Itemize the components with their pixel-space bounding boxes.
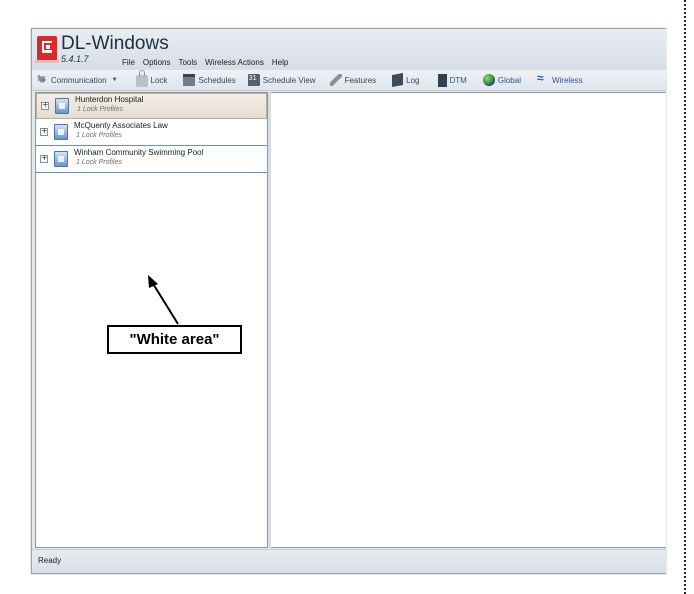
facility-icon (55, 98, 69, 114)
facility-icon (54, 124, 68, 140)
menu-options[interactable]: Options (139, 57, 175, 69)
schedule-view-label: Schedule View (262, 75, 316, 85)
log-book-icon (392, 73, 404, 87)
menu-bar: File Options Tools Wireless Actions Help (118, 57, 292, 69)
app-logo-icon (37, 36, 57, 61)
facility-icon (54, 151, 68, 167)
tree-item-subtitle: 1 Lock Profiles (76, 132, 122, 139)
communication-label: Communication (51, 75, 107, 85)
lock-label: Lock (150, 75, 168, 85)
logo-accent (35, 60, 59, 63)
menu-help[interactable]: Help (268, 57, 292, 69)
menu-wireless-actions[interactable]: Wireless Actions (201, 57, 268, 69)
toolbar: Communication ▼ Lock Schedules Schedule … (32, 70, 666, 91)
wireless-button[interactable]: Wireless (533, 71, 587, 89)
lock-button[interactable]: Lock (132, 70, 172, 89)
annotation-callout: "White area" (107, 325, 242, 354)
tree-item-mcquenty-associates-law[interactable]: McQuenty Associates Law 1 Lock Profiles (36, 120, 267, 146)
lock-icon (135, 70, 148, 87)
calendar-icon (247, 74, 260, 86)
globe-icon (482, 74, 495, 86)
expand-icon[interactable] (41, 100, 49, 110)
menu-tools[interactable]: Tools (174, 57, 201, 69)
tree-item-hunterdon-hospital[interactable]: Hunterdon Hospital 1 Lock Profiles (36, 93, 267, 119)
status-bar: Ready (32, 549, 666, 573)
tree-item-winham-community-swimming-pool[interactable]: Winham Community Swimming Pool 1 Lock Pr… (36, 147, 267, 173)
detail-panel (271, 92, 666, 548)
features-icon (329, 74, 342, 86)
app-title: DL-Windows (61, 33, 169, 54)
tree-item-name: Winham Community Swimming Pool (74, 148, 204, 157)
expand-icon[interactable] (40, 126, 48, 136)
expand-icon[interactable] (40, 153, 48, 163)
chevron-down-icon: ▼ (111, 77, 118, 83)
dtm-icon (437, 73, 447, 87)
schedule-view-button[interactable]: Schedule View (244, 71, 320, 89)
schedules-button[interactable]: Schedules (179, 71, 239, 89)
menu-file[interactable]: File (118, 57, 139, 69)
schedules-icon (183, 74, 196, 86)
app-version: 5.4.1.7 (61, 54, 89, 64)
dtm-label: DTM (449, 75, 467, 85)
tree-item-subtitle: 1 Lock Profiles (76, 159, 122, 166)
schedules-label: Schedules (198, 75, 236, 85)
annotation-label: "White area" (129, 331, 220, 348)
wireless-label: Wireless (551, 75, 583, 85)
communication-button[interactable]: Communication ▼ (32, 71, 122, 89)
communication-icon (36, 72, 48, 86)
features-button[interactable]: Features (326, 71, 381, 89)
tree-item-name: Hunterdon Hospital (75, 95, 144, 104)
global-label: Global (497, 75, 521, 85)
global-button[interactable]: Global (479, 71, 525, 89)
log-label: Log (406, 75, 420, 85)
annotation-arrow-icon (148, 275, 179, 325)
dtm-button[interactable]: DTM (434, 71, 471, 89)
features-label: Features (344, 75, 377, 85)
wireless-icon (537, 71, 549, 86)
log-button[interactable]: Log (388, 71, 423, 89)
app-window: DL-Windows 5.4.1.7 File Options Tools Wi… (31, 28, 666, 574)
status-text: Ready (38, 556, 62, 565)
tree-item-name: McQuenty Associates Law (74, 121, 168, 130)
title-bar: DL-Windows 5.4.1.7 File Options Tools Wi… (32, 29, 666, 71)
tree-item-subtitle: 1 Lock Profiles (77, 106, 123, 113)
dotted-border (684, 0, 686, 594)
